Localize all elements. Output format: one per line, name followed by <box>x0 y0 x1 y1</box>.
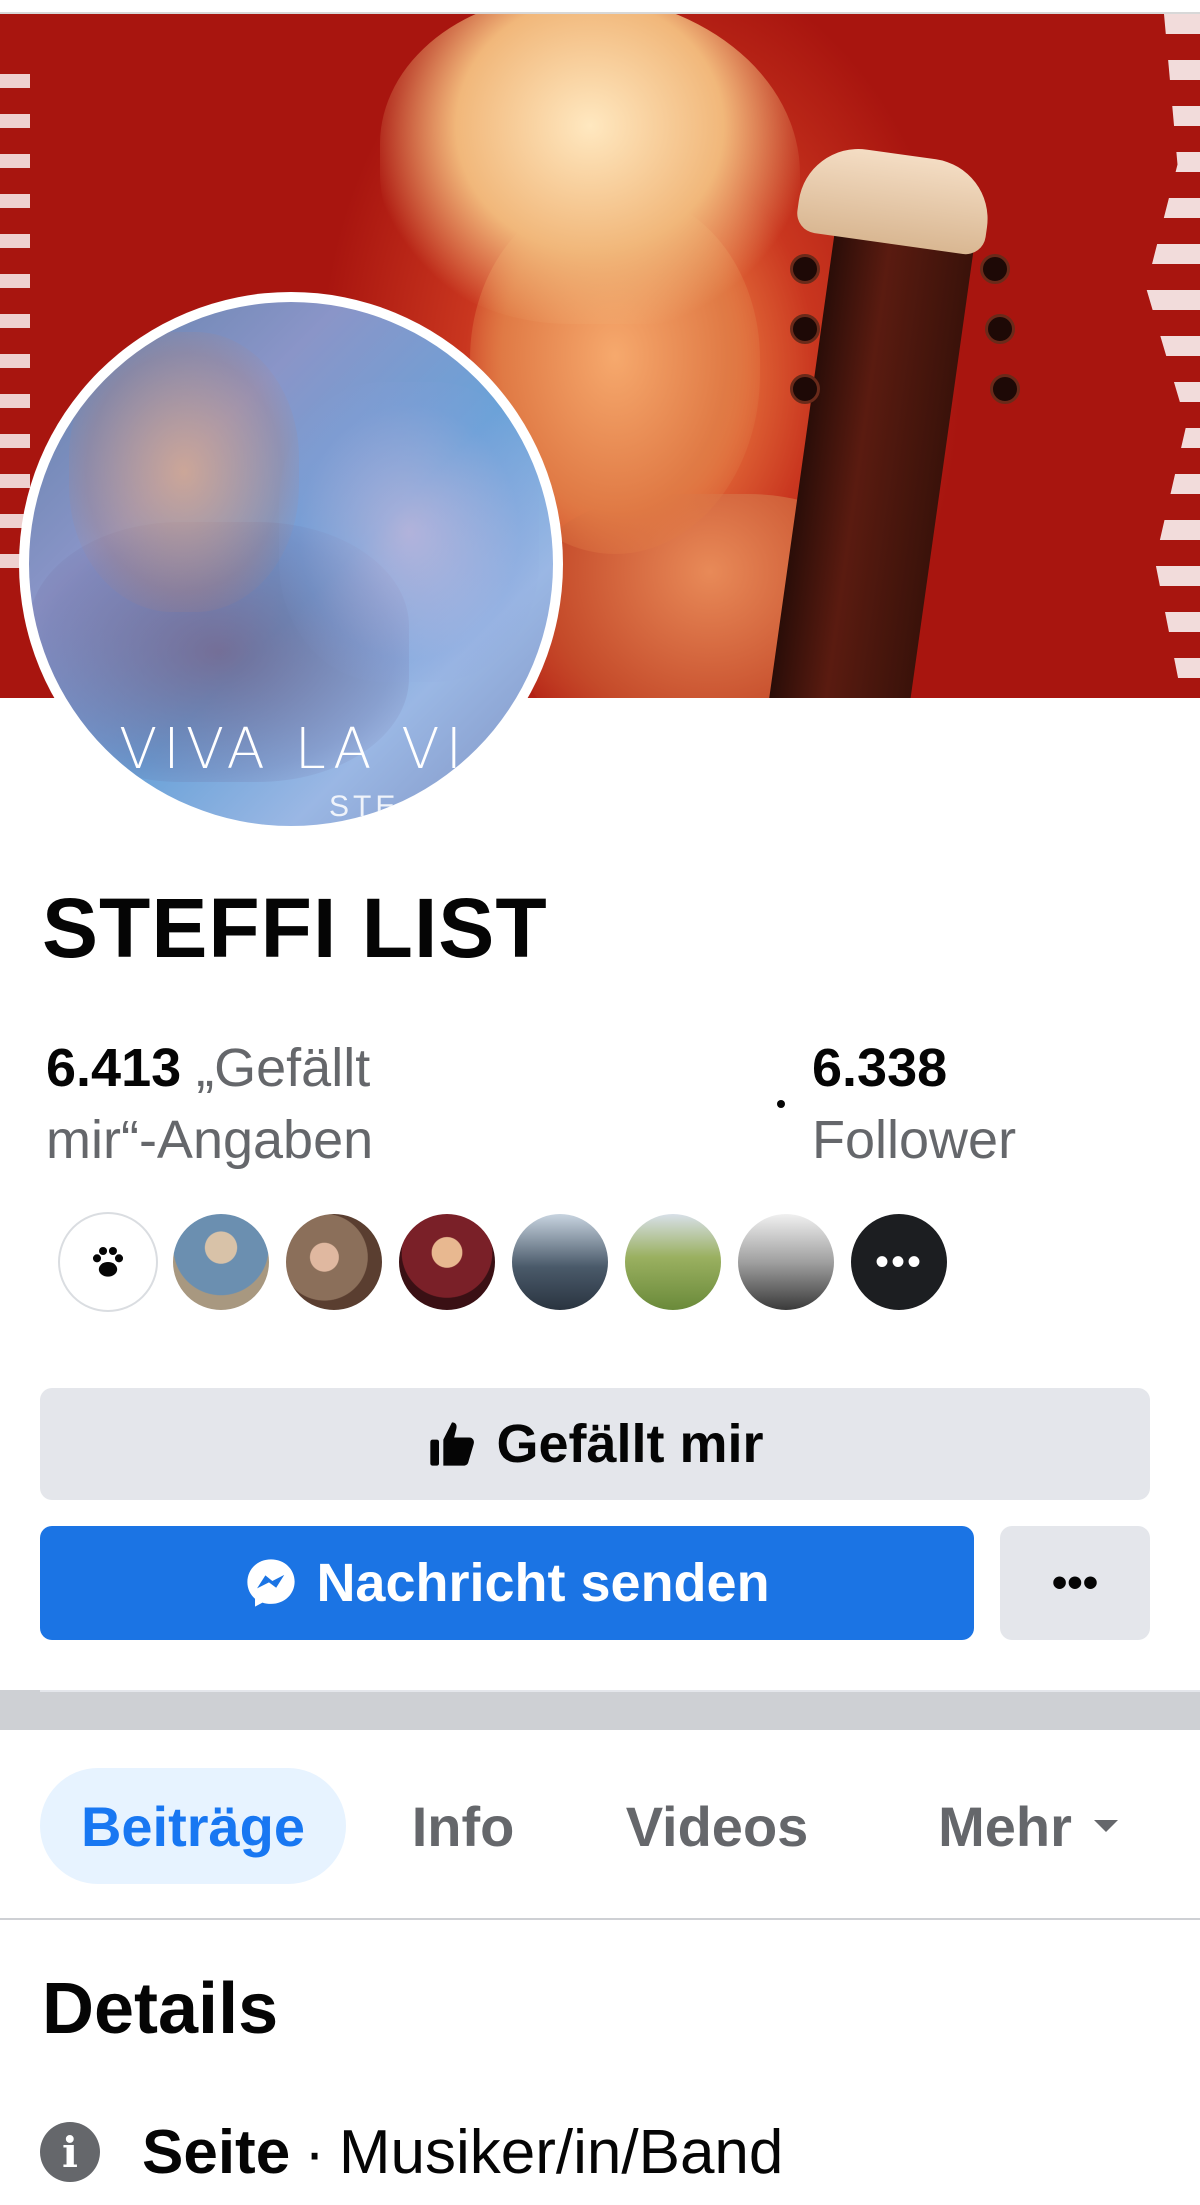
friend-avatar[interactable] <box>171 1212 271 1312</box>
category-separator: · <box>304 2117 325 2187</box>
tuner-peg <box>985 314 1015 344</box>
details-heading: Details <box>42 1969 279 2049</box>
section-divider <box>0 1690 1200 1730</box>
tab-info-label: Info <box>411 1794 515 1858</box>
friends-who-like-row[interactable]: ••• <box>58 1212 962 1312</box>
followers-label: Follower <box>812 1110 1017 1170</box>
section-divider-line <box>40 1690 1200 1692</box>
category-prefix: Seite <box>142 2117 291 2187</box>
stat-separator-dot <box>777 1100 785 1108</box>
cover-photo-hair <box>380 14 800 324</box>
tabs-divider <box>0 1918 1200 1920</box>
tab-more-label: Mehr <box>938 1794 1072 1858</box>
followers-stat[interactable]: 6.338 Follower <box>812 1032 1172 1176</box>
thumbs-up-icon <box>426 1418 478 1470</box>
paw-icon-glyph <box>92 1246 124 1277</box>
likes-label-2: mir“-Angaben <box>46 1110 374 1170</box>
status-bar-edge <box>0 0 1200 14</box>
friend-avatar[interactable] <box>397 1212 497 1312</box>
more-options-button[interactable]: ••• <box>1000 1526 1150 1640</box>
send-message-label: Nachricht senden <box>316 1553 770 1613</box>
profile-picture-face <box>69 332 299 612</box>
followers-count: 6.338 <box>812 1038 948 1098</box>
like-page-button[interactable]: Gefällt mir <box>40 1388 1150 1500</box>
tuner-peg <box>990 374 1020 404</box>
tuner-peg <box>790 374 820 404</box>
messenger-icon <box>244 1556 298 1610</box>
likes-count: 6.413 <box>46 1038 182 1098</box>
friend-avatar[interactable] <box>623 1212 723 1312</box>
profile-picture[interactable]: VIVA LA VI STE <box>19 292 563 836</box>
info-icon: i <box>40 2122 100 2182</box>
profile-picture-image: VIVA LA VI STE <box>29 302 553 826</box>
profile-picture-light <box>279 382 539 682</box>
friend-avatar[interactable] <box>510 1212 610 1312</box>
likes-label-1: „Gefällt <box>196 1038 371 1098</box>
tuner-peg <box>980 254 1010 284</box>
more-friends-button[interactable]: ••• <box>849 1212 949 1312</box>
profile-picture-caption: VIVA LA VI <box>119 717 469 782</box>
info-icon-glyph: i <box>62 2127 78 2177</box>
send-message-button[interactable]: Nachricht senden <box>40 1526 974 1640</box>
profile-tabs: Beiträge Info Videos Mehr <box>0 1768 1200 1884</box>
tab-videos-label: Videos <box>625 1794 809 1858</box>
likes-stat[interactable]: 6.413 „Gefällt mir“-Angaben <box>46 1032 606 1176</box>
caret-down-icon <box>1093 1820 1118 1832</box>
friend-avatar[interactable] <box>736 1212 836 1312</box>
profile-picture-subcaption: STE <box>329 790 400 823</box>
tuner-peg <box>790 314 820 344</box>
cover-photo-guitar-head <box>794 141 996 257</box>
paw-icon[interactable] <box>58 1212 158 1312</box>
page-title: STEFFI LIST <box>42 881 548 975</box>
category-value: Musiker/in/Band <box>338 2117 784 2187</box>
tab-videos[interactable]: Videos <box>606 1768 828 1884</box>
more-friends-dots: ••• <box>874 1239 923 1284</box>
friend-avatar[interactable] <box>284 1212 384 1312</box>
cover-photo-grunge-edge <box>1146 14 1200 698</box>
more-options-dots: ••• <box>1051 1558 1099 1607</box>
tab-more[interactable]: Mehr <box>898 1768 1158 1884</box>
details-category-row: i Seite · Musiker/in/Band <box>40 2112 783 2192</box>
tuner-peg <box>790 254 820 284</box>
tab-posts-label: Beiträge <box>80 1794 306 1858</box>
tab-posts[interactable]: Beiträge <box>40 1768 346 1884</box>
like-page-label: Gefällt mir <box>496 1414 764 1474</box>
tab-info[interactable]: Info <box>392 1768 534 1884</box>
